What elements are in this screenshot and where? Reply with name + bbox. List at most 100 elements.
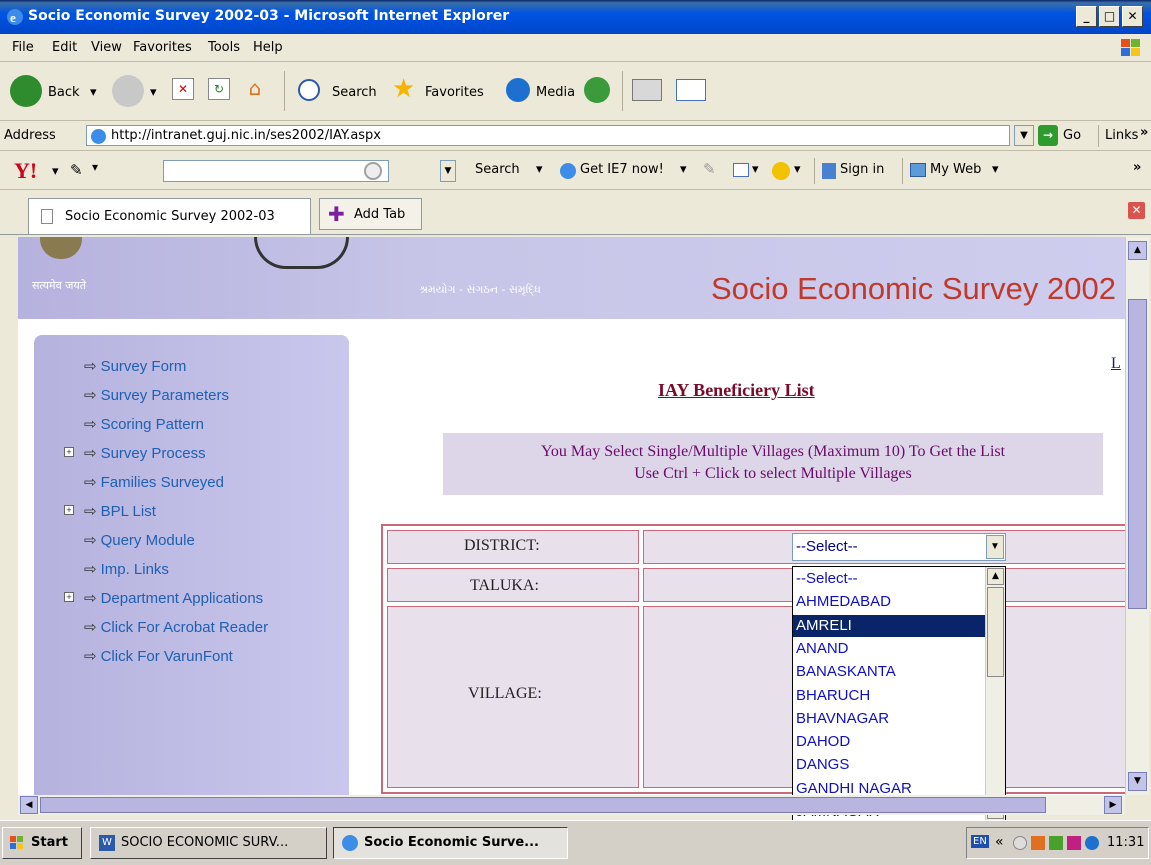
vertical-scroll-thumb[interactable] <box>1128 299 1147 609</box>
mail-icon[interactable] <box>733 163 749 177</box>
page-vertical-scrollbar[interactable]: ▲ ▼ <box>1125 237 1149 795</box>
sidebar-item[interactable]: + ⇨ Department Applications <box>64 589 263 607</box>
stop-icon[interactable]: ✕ <box>172 78 194 100</box>
close-button[interactable]: ✕ <box>1122 6 1143 27</box>
favorites-star-icon[interactable]: ★ <box>392 74 415 104</box>
yahoo-search-dropdown-icon[interactable]: ▼ <box>440 160 456 182</box>
sidebar-item[interactable]: ⇨ Click For Acrobat Reader <box>84 618 268 636</box>
dropdown-scrollbar[interactable]: ▲ ▼ <box>985 567 1005 821</box>
expand-icon[interactable]: + <box>64 505 74 515</box>
address-input[interactable]: http://intranet.guj.nic.in/ses2002/IAY.a… <box>86 125 1010 146</box>
district-option[interactable]: AMRELI <box>793 614 985 637</box>
sidebar-item[interactable]: ⇨ Survey Form <box>84 357 186 375</box>
scroll-down-icon[interactable]: ▼ <box>1128 772 1147 791</box>
edit-icon[interactable] <box>676 79 706 101</box>
horizontal-scroll-thumb[interactable] <box>40 797 1046 813</box>
expand-icon[interactable]: + <box>64 447 74 457</box>
district-option[interactable]: AHMEDABAD <box>793 591 985 613</box>
sidebar-item[interactable]: ⇨ Query Module <box>84 531 195 549</box>
start-button[interactable]: Start <box>2 827 82 859</box>
tab-current[interactable]: Socio Economic Survey 2002-03 <box>28 198 311 234</box>
mail-dropdown-icon[interactable]: ▾ <box>752 162 759 177</box>
yahoo-search-input[interactable] <box>163 160 389 182</box>
sidebar-item[interactable]: + ⇨ Survey Process <box>64 444 206 462</box>
district-option[interactable]: BHAVNAGAR <box>793 708 985 730</box>
address-dropdown-icon[interactable]: ▼ <box>1014 125 1034 146</box>
print-icon[interactable] <box>632 79 662 101</box>
menu-file[interactable]: File <box>12 40 34 55</box>
sidebar-item[interactable]: ⇨ Families Surveyed <box>84 473 224 491</box>
corner-link[interactable]: L <box>1111 355 1121 373</box>
media-button[interactable]: Media <box>536 85 575 100</box>
ie7-dropdown-icon[interactable]: ▾ <box>680 162 687 177</box>
links-chevron-icon[interactable]: » <box>1140 125 1148 140</box>
sidebar-item[interactable]: ⇨ Imp. Links <box>84 560 169 578</box>
yahoo-chevron-icon[interactable]: » <box>1133 160 1141 175</box>
history-icon[interactable] <box>584 77 610 103</box>
get-ie7-button[interactable]: Get IE7 now! <box>580 162 664 177</box>
add-tab-button[interactable]: ✚ Add Tab <box>319 198 422 230</box>
menu-tools[interactable]: Tools <box>208 40 240 55</box>
my-web-button[interactable]: My Web <box>930 162 981 177</box>
close-tab-icon[interactable]: ✕ <box>1128 202 1145 219</box>
refresh-icon[interactable]: ↻ <box>208 78 230 100</box>
minimize-button[interactable]: _ <box>1076 6 1097 27</box>
forward-arrow-icon[interactable] <box>112 75 144 107</box>
tray-w-icon[interactable] <box>1067 836 1081 850</box>
sidebar-item[interactable]: ⇨ Survey Parameters <box>84 386 229 404</box>
district-select[interactable]: --Select-- ▼ <box>792 533 1006 561</box>
menu-view[interactable]: View <box>91 40 122 55</box>
dropdown-scroll-thumb[interactable] <box>987 587 1004 677</box>
pencil-dropdown-icon[interactable]: ▾ <box>92 160 114 182</box>
favorites-button[interactable]: Favorites <box>425 85 484 100</box>
district-option[interactable]: BANASKANTA <box>793 661 985 683</box>
district-option[interactable]: DANGS <box>793 754 985 776</box>
tray-app-icon[interactable] <box>1013 836 1027 850</box>
home-icon[interactable]: ⌂ <box>242 76 268 102</box>
search-button[interactable]: Search <box>332 85 377 100</box>
dropdown-scroll-up-icon[interactable]: ▲ <box>987 568 1004 585</box>
sign-in-button[interactable]: Sign in <box>840 162 884 177</box>
yahoo-dropdown-icon[interactable]: ▾ <box>52 164 59 179</box>
media-icon[interactable] <box>506 78 530 102</box>
select-dropdown-icon[interactable]: ▼ <box>986 535 1004 559</box>
sidebar-item[interactable]: ⇨ Scoring Pattern <box>84 415 204 433</box>
go-button[interactable]: Go <box>1063 128 1081 143</box>
back-dropdown-icon[interactable]: ▾ <box>90 85 97 100</box>
links-button[interactable]: Links <box>1105 128 1138 143</box>
scroll-up-icon[interactable]: ▲ <box>1128 241 1147 260</box>
back-arrow-icon[interactable] <box>10 75 42 107</box>
go-arrow-icon[interactable]: → <box>1038 125 1058 146</box>
task-word-doc[interactable]: W SOCIO ECONOMIC SURV... <box>90 827 327 859</box>
expand-icon[interactable]: + <box>64 592 74 602</box>
menu-help[interactable]: Help <box>253 40 283 55</box>
tray-chevron-icon[interactable]: « <box>995 834 1004 850</box>
district-option[interactable]: DAHOD <box>793 731 985 753</box>
sidebar-item[interactable]: ⇨ Click For VarunFont <box>84 647 233 665</box>
menu-edit[interactable]: Edit <box>52 40 77 55</box>
sidebar-item[interactable]: + ⇨ BPL List <box>64 502 156 520</box>
pencil-icon[interactable]: ✎ <box>70 161 83 179</box>
back-button[interactable]: Back <box>48 85 80 100</box>
district-option[interactable]: BHARUCH <box>793 685 985 707</box>
forward-dropdown-icon[interactable]: ▾ <box>150 85 157 100</box>
globe-icon[interactable] <box>772 162 790 180</box>
highlight-pen-icon[interactable]: ✎ <box>703 160 716 178</box>
district-option[interactable]: --Select-- <box>793 568 985 590</box>
maximize-button[interactable]: □ <box>1099 6 1120 27</box>
tray-media-icon[interactable] <box>1031 836 1045 850</box>
tray-network-icon[interactable] <box>1085 836 1099 850</box>
yahoo-logo-icon[interactable]: Y! <box>14 158 37 184</box>
language-indicator[interactable]: EN <box>971 835 989 848</box>
scroll-right-icon[interactable]: ▶ <box>1104 796 1122 814</box>
search-dropdown-icon[interactable]: ▾ <box>536 162 543 177</box>
page-horizontal-scrollbar[interactable]: ◀ ▶ <box>18 795 1125 815</box>
myweb-dropdown-icon[interactable]: ▾ <box>992 162 999 177</box>
task-ie-window[interactable]: Socio Economic Surve... <box>333 827 568 859</box>
scroll-left-icon[interactable]: ◀ <box>20 796 38 814</box>
search-icon[interactable] <box>298 79 320 101</box>
menu-favorites[interactable]: Favorites <box>133 40 192 55</box>
globe-dropdown-icon[interactable]: ▾ <box>794 162 801 177</box>
yahoo-search-button[interactable]: Search <box>475 162 520 177</box>
district-option[interactable]: ANAND <box>793 638 985 660</box>
